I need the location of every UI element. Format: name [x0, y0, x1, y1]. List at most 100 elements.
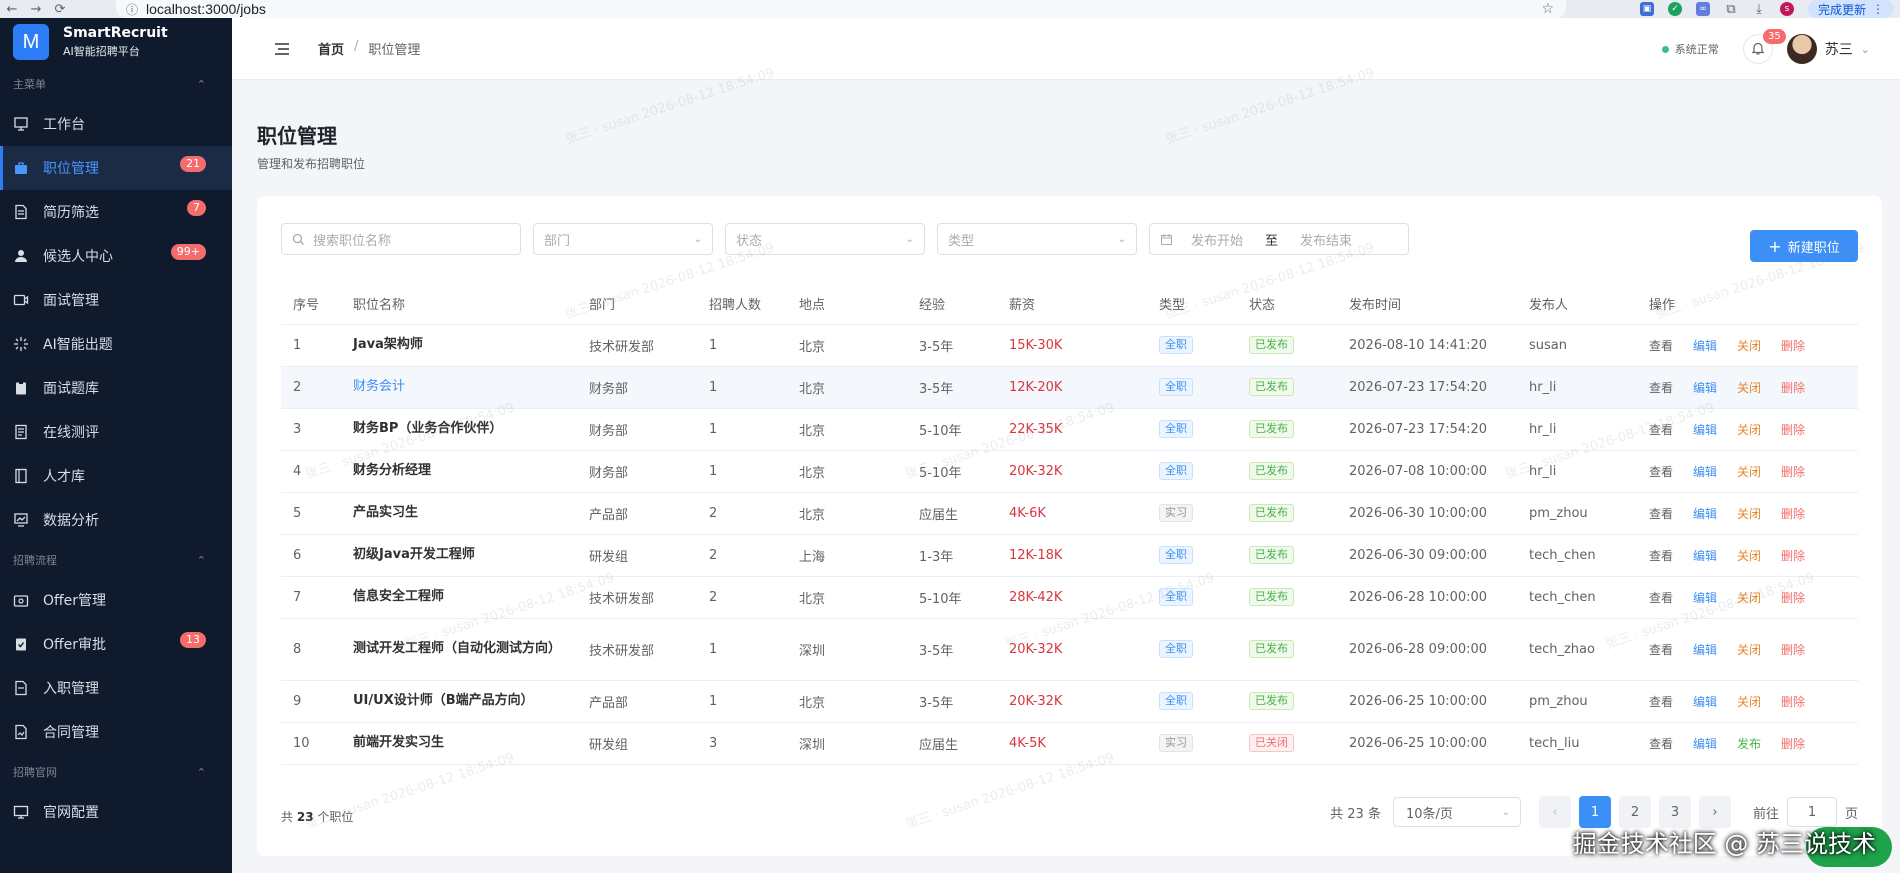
edit-button[interactable]: 编辑 — [1693, 507, 1717, 521]
delete-button[interactable]: 删除 — [1781, 737, 1805, 751]
jump-page-input[interactable]: 1 — [1786, 797, 1837, 827]
address-bar[interactable]: ⓘ localhost:3000/jobs ☆ — [116, 0, 1566, 18]
table-row[interactable]: 4 财务分析经理 财务部 1 北京 5-10年 20K-32K 全职 已发布 2026-07-08… — [281, 450, 1858, 493]
brand[interactable]: M SmartRecruit AI智能招聘平台 — [0, 18, 232, 66]
reload-icon[interactable]: ⟳ — [48, 0, 72, 18]
table-row[interactable]: 7 信息安全工程师 技术研发部 2 北京 5-10年 28K-42K 全职 已发布 2026-06… — [281, 576, 1858, 619]
view-button[interactable]: 查看 — [1649, 591, 1673, 605]
toggle-status-button[interactable]: 关闭 — [1737, 507, 1761, 521]
delete-button[interactable]: 删除 — [1781, 423, 1805, 437]
cell-job-name[interactable]: Java架构师 — [341, 324, 577, 367]
cell-job-name[interactable]: 产品实习生 — [341, 492, 577, 535]
table-row[interactable]: 10 前端开发实习生 研发组 3 深圳 应届生 4K-5K 实习 已关闭 2026-06-25 1… — [281, 722, 1858, 765]
delete-button[interactable]: 删除 — [1781, 643, 1805, 657]
update-button[interactable]: 完成更新 ⋮ — [1807, 0, 1894, 18]
toggle-status-button[interactable]: 关闭 — [1737, 423, 1761, 437]
sidebar-item-video[interactable]: 面试管理 — [0, 278, 232, 322]
type-select[interactable]: 类型 ⌄ — [937, 223, 1137, 255]
cell-job-name[interactable]: 初级Java开发工程师 — [341, 534, 577, 577]
cell-job-name[interactable]: 信息安全工程师 — [341, 576, 577, 619]
cell-job-name[interactable]: 财务分析经理 — [341, 450, 577, 493]
view-button[interactable]: 查看 — [1649, 737, 1673, 751]
view-button[interactable]: 查看 — [1649, 507, 1673, 521]
page-size-select[interactable]: 10条/页 ⌄ — [1392, 797, 1521, 827]
sidebar-item-contract[interactable]: 合同管理 — [0, 710, 232, 754]
extension-1-icon[interactable]: ▣ — [1639, 2, 1654, 16]
cell-job-name[interactable]: 财务BP（业务合作伙伴） — [341, 408, 577, 451]
toggle-status-button[interactable]: 关闭 — [1737, 591, 1761, 605]
delete-button[interactable]: 删除 — [1781, 339, 1805, 353]
chevron-down-icon[interactable]: ⌄ — [1861, 43, 1870, 56]
toggle-status-button[interactable]: 关闭 — [1737, 465, 1761, 479]
nav-group-title[interactable]: 主菜单 ⌃ — [0, 66, 232, 102]
sidebar-item-chart[interactable]: 数据分析 — [0, 498, 232, 542]
cell-job-name[interactable]: UI/UX设计师（B端产品方向） — [341, 680, 577, 723]
table-row[interactable]: 8 测试开发工程师（自动化测试方向） 技术研发部 1 深圳 3-5年 20K-32K 全职 已发… — [281, 618, 1858, 681]
table-row[interactable]: 6 初级Java开发工程师 研发组 2 上海 1-3年 12K-18K 全职 已发布 2026-0… — [281, 534, 1858, 577]
edit-button[interactable]: 编辑 — [1693, 643, 1717, 657]
view-button[interactable]: 查看 — [1649, 381, 1673, 395]
delete-button[interactable]: 删除 — [1781, 381, 1805, 395]
edit-button[interactable]: 编辑 — [1693, 591, 1717, 605]
prev-page-button[interactable]: ‹ — [1538, 796, 1571, 828]
sidebar-item-clipboard[interactable]: 面试题库 — [0, 366, 232, 410]
menu-toggle-icon[interactable] — [274, 41, 290, 57]
back-icon[interactable]: ← — [0, 0, 24, 18]
sidebar-item-briefcase[interactable]: 职位管理 21 — [0, 146, 232, 190]
edit-button[interactable]: 编辑 — [1693, 695, 1717, 709]
edit-button[interactable]: 编辑 — [1693, 423, 1717, 437]
nav-group-title[interactable]: 招聘官网 ⌃ — [0, 754, 232, 790]
view-button[interactable]: 查看 — [1649, 695, 1673, 709]
delete-button[interactable]: 删除 — [1781, 591, 1805, 605]
sidebar-item-sparkle[interactable]: AI智能出题 — [0, 322, 232, 366]
search-input[interactable]: 搜索职位名称 — [281, 223, 521, 255]
edit-button[interactable]: 编辑 — [1693, 465, 1717, 479]
nav-group-title[interactable]: 招聘流程 ⌃ — [0, 542, 232, 578]
table-row[interactable]: 3 财务BP（业务合作伙伴） 财务部 1 北京 5-10年 22K-35K 全职 已发布 2026… — [281, 408, 1858, 451]
sidebar-item-approve[interactable]: Offer审批 13 — [0, 622, 232, 666]
puzzle-icon[interactable]: ⧉ — [1724, 2, 1738, 17]
sidebar-item-test[interactable]: 在线测评 — [0, 410, 232, 454]
cell-job-name[interactable]: 测试开发工程师（自动化测试方向） — [341, 618, 577, 681]
sidebar-item-document[interactable]: 简历筛选 7 — [0, 190, 232, 234]
edit-button[interactable]: 编辑 — [1693, 339, 1717, 353]
edit-button[interactable]: 编辑 — [1693, 381, 1717, 395]
download-icon[interactable]: ⤓ — [1752, 2, 1766, 17]
status-select[interactable]: 状态 ⌄ — [725, 223, 925, 255]
sidebar-item-dashboard[interactable]: 工作台 — [0, 102, 232, 146]
site-info-icon[interactable]: ⓘ — [126, 1, 138, 18]
avatar[interactable] — [1786, 34, 1817, 64]
table-row[interactable]: 2 财务会计 财务部 1 北京 3-5年 12K-20K 全职 已发布 2026-07-23 17… — [281, 366, 1858, 409]
forward-icon[interactable]: → — [24, 0, 48, 18]
breadcrumb-home[interactable]: 首页 — [318, 39, 344, 58]
profile-avatar[interactable]: s — [1779, 2, 1794, 16]
toggle-status-button[interactable]: 关闭 — [1737, 643, 1761, 657]
view-button[interactable]: 查看 — [1649, 465, 1673, 479]
view-button[interactable]: 查看 — [1649, 423, 1673, 437]
delete-button[interactable]: 删除 — [1781, 465, 1805, 479]
delete-button[interactable]: 删除 — [1781, 695, 1805, 709]
notification-button[interactable]: 35 — [1742, 29, 1786, 64]
toggle-status-button[interactable]: 关闭 — [1737, 549, 1761, 563]
extension-3-icon[interactable]: ∞ — [1695, 2, 1710, 16]
sidebar-item-book[interactable]: 人才库 — [0, 454, 232, 498]
star-icon[interactable]: ☆ — [1541, 1, 1554, 17]
view-button[interactable]: 查看 — [1649, 339, 1673, 353]
table-row[interactable]: 9 UI/UX设计师（B端产品方向） 产品部 1 北京 3-5年 20K-32K 全职 已发布 2… — [281, 680, 1858, 723]
delete-button[interactable]: 删除 — [1781, 507, 1805, 521]
sidebar-item-user[interactable]: 候选人中心 99+ — [0, 234, 232, 278]
sidebar-item-onboard[interactable]: 入职管理 — [0, 666, 232, 710]
cell-job-name[interactable]: 财务会计 — [341, 366, 577, 409]
toggle-status-button[interactable]: 关闭 — [1737, 381, 1761, 395]
date-range-picker[interactable]: 发布开始 至 发布结束 — [1149, 223, 1409, 255]
extension-2-icon[interactable]: ✓ — [1667, 2, 1682, 16]
view-button[interactable]: 查看 — [1649, 643, 1673, 657]
sidebar-item-monitor[interactable]: 官网配置 — [0, 790, 232, 834]
toggle-status-button[interactable]: 发布 — [1737, 737, 1761, 751]
table-row[interactable]: 5 产品实习生 产品部 2 北京 应届生 4K-6K 实习 已发布 2026-06-30 10:0… — [281, 492, 1858, 535]
cell-job-name[interactable]: 前端开发实习生 — [341, 722, 577, 765]
edit-button[interactable]: 编辑 — [1693, 549, 1717, 563]
new-job-button[interactable]: + 新建职位 — [1750, 230, 1858, 262]
toggle-status-button[interactable]: 关闭 — [1737, 339, 1761, 353]
delete-button[interactable]: 删除 — [1781, 549, 1805, 563]
